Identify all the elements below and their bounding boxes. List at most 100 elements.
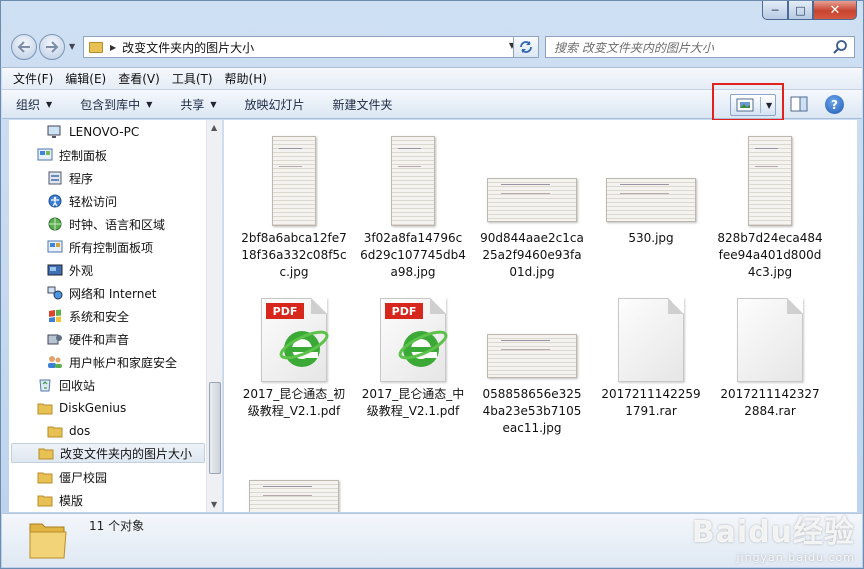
address-bar[interactable]: ▶ 改变文件夹内的图片大小 ▼ <box>83 36 520 58</box>
computer-icon <box>47 125 61 138</box>
nav-item-label: 外观 <box>69 263 94 278</box>
nav-item-computer[interactable]: LENOVO-PC <box>47 122 139 142</box>
file-item[interactable]: 828b7d24eca484fee94a401d800d4c3.jpg <box>717 130 823 281</box>
nav-item-current-folder[interactable]: 改变文件夹内的图片大小 <box>11 443 205 463</box>
file-item[interactable]: 058858656e3254ba23e53b7105eac11.jpg <box>479 286 585 437</box>
file-name: 3f02a8fa14796c6d29c107745db4a98.jpg <box>360 231 466 279</box>
nav-item-label: 程序 <box>69 171 94 186</box>
nav-item-appearance[interactable]: 外观 <box>47 260 93 280</box>
address-row: ▼ ▶ 改变文件夹内的图片大小 ▼ 搜索 改变文件夹内的图片大小 <box>9 31 855 61</box>
back-button[interactable] <box>11 34 37 60</box>
file-name: 2017_昆仑通态_中级教程_V2.1.pdf <box>361 387 465 418</box>
back-arrow-icon <box>17 41 30 53</box>
nav-item-programs[interactable]: 程序 <box>47 168 93 188</box>
menu-edit[interactable]: 编辑(E) <box>60 70 111 87</box>
nav-item-hardware-sound[interactable]: 硬件和声音 <box>47 329 129 349</box>
minimize-button[interactable]: ─ <box>762 1 788 20</box>
nav-scrollbar[interactable]: ▲ ▼ <box>206 120 222 512</box>
organize-button[interactable]: 组织 ▼ <box>16 96 52 113</box>
nav-item-label: 僵尸校园 <box>59 470 108 485</box>
file-item[interactable]: PDF 2017_昆仑通态_中级教程_V2.1.pdf <box>360 286 466 420</box>
ease-of-access-icon <box>48 194 62 208</box>
nav-item-label: LENOVO-PC <box>69 125 140 139</box>
new-folder-label: 新建文件夹 <box>332 97 393 112</box>
include-in-library-button[interactable]: 包含到库中 ▼ <box>80 96 152 113</box>
file-name: 530.jpg <box>628 231 674 245</box>
menu-help[interactable]: 帮助(H) <box>220 70 272 87</box>
change-view-button[interactable]: ▼ <box>730 94 776 116</box>
file-name: 20172111423272884.rar <box>720 387 820 418</box>
nav-item-diskgenius[interactable]: DiskGenius <box>37 398 126 418</box>
file-item[interactable]: 3f02a8fa14796c6d29c107745db4a98.jpg <box>360 130 466 281</box>
nav-item-user-accounts[interactable]: 用户帐户和家庭安全 <box>47 352 177 372</box>
nav-item-label: 网络和 Internet <box>69 286 157 301</box>
image-thumbnail <box>244 130 344 226</box>
view-options-dropdown-icon[interactable]: ▼ <box>766 101 772 110</box>
share-button[interactable]: 共享 ▼ <box>180 96 216 113</box>
file-item[interactable]: 90d844aae2c1ca25a2f9460e93fa01d.jpg <box>479 130 585 281</box>
file-item[interactable]: 20172111422591791.rar <box>598 286 704 420</box>
menu-view[interactable]: 查看(V) <box>113 70 165 87</box>
programs-icon <box>48 171 62 185</box>
folder-icon <box>37 472 53 484</box>
recent-pages-dropdown-icon[interactable]: ▼ <box>69 42 79 52</box>
control-panel-icon <box>37 148 53 161</box>
nav-item-control-panel[interactable]: 控制面板 <box>37 145 107 165</box>
nav-item-control-panel-items[interactable]: 所有控制面板项 <box>47 237 153 257</box>
baidu-watermark: Baidu经验 jingyan.baidu.com <box>692 507 855 564</box>
image-thumbnail <box>244 432 344 512</box>
nav-item-templates[interactable]: 模版 <box>37 490 83 510</box>
nav-item-label: DiskGenius <box>59 401 127 415</box>
nav-item-dos[interactable]: dos <box>47 421 90 441</box>
nav-item-label: 时钟、语言和区域 <box>69 217 166 232</box>
close-button[interactable]: ✕ <box>813 1 857 20</box>
caption-buttons: ─ □ ✕ <box>762 1 857 21</box>
include-in-library-label: 包含到库中 <box>80 97 141 112</box>
file-item[interactable]: 2bf8a6abca12fe718f36a332c08f5cc.jpg <box>241 130 347 281</box>
menu-file[interactable]: 文件(F) <box>8 70 58 87</box>
forward-button[interactable] <box>39 34 65 60</box>
control-panel-items-icon <box>47 240 63 253</box>
scroll-up-icon[interactable]: ▲ <box>211 123 217 132</box>
refresh-button[interactable] <box>513 36 539 58</box>
file-item[interactable]: PDF 2017_昆仑通态_初级教程_V2.1.pdf <box>241 286 347 420</box>
menu-tools[interactable]: 工具(T) <box>167 70 218 87</box>
file-name: 90d844aae2c1ca25a2f9460e93fa01d.jpg <box>480 231 584 279</box>
nav-item-clock-language[interactable]: 时钟、语言和区域 <box>47 214 165 234</box>
file-item[interactable]: 20172111423272884.rar <box>717 286 823 420</box>
nav-item-zombie-campus[interactable]: 僵尸校园 <box>37 467 107 487</box>
nav-item-network[interactable]: 网络和 Internet <box>47 283 156 303</box>
help-button[interactable]: ? <box>825 95 844 114</box>
forward-arrow-icon <box>46 41 59 53</box>
hardware-sound-icon <box>47 334 62 345</box>
slideshow-button[interactable]: 放映幻灯片 <box>245 96 305 113</box>
nav-item-system-security[interactable]: 系统和安全 <box>47 306 129 326</box>
ie-logo-icon <box>279 330 329 367</box>
chevron-down-icon: ▼ <box>46 99 53 109</box>
nav-item-ease-of-access[interactable]: 轻松访问 <box>47 191 117 211</box>
chevron-down-icon: ▼ <box>210 99 217 109</box>
search-icon[interactable] <box>832 39 848 55</box>
ie-logo-icon <box>398 330 448 367</box>
file-item[interactable]: f8d065eb0e28223cef6862235b <box>241 432 347 512</box>
scanned-page-image <box>249 480 339 512</box>
folder-icon <box>37 403 53 415</box>
folder-icon <box>38 448 54 460</box>
scroll-down-icon[interactable]: ▼ <box>211 500 217 509</box>
nav-item-recycle-bin[interactable]: 回收站 <box>37 375 95 395</box>
maximize-button[interactable]: □ <box>788 1 813 20</box>
preview-pane-icon[interactable] <box>790 96 808 112</box>
scroll-thumb[interactable] <box>209 382 221 474</box>
file-item[interactable]: 530.jpg <box>598 130 704 247</box>
breadcrumb-current[interactable]: 改变文件夹内的图片大小 <box>122 39 254 56</box>
image-thumbnail <box>601 130 701 226</box>
breadcrumb-arrow-icon[interactable]: ▶ <box>110 43 116 52</box>
new-folder-button[interactable]: 新建文件夹 <box>333 96 393 113</box>
file-name: 2017_昆仑通态_初级教程_V2.1.pdf <box>242 387 346 418</box>
pdf-thumbnail: PDF <box>363 286 463 382</box>
appearance-icon <box>47 264 63 276</box>
folder-icon <box>47 426 63 438</box>
nav-item-label: dos <box>69 424 91 438</box>
navigation-pane: LENOVO-PC 控制面板 程序 轻松访问 时钟、语言和区域 所有控制面板项 … <box>9 120 223 512</box>
search-input[interactable]: 搜索 改变文件夹内的图片大小 <box>545 36 855 58</box>
